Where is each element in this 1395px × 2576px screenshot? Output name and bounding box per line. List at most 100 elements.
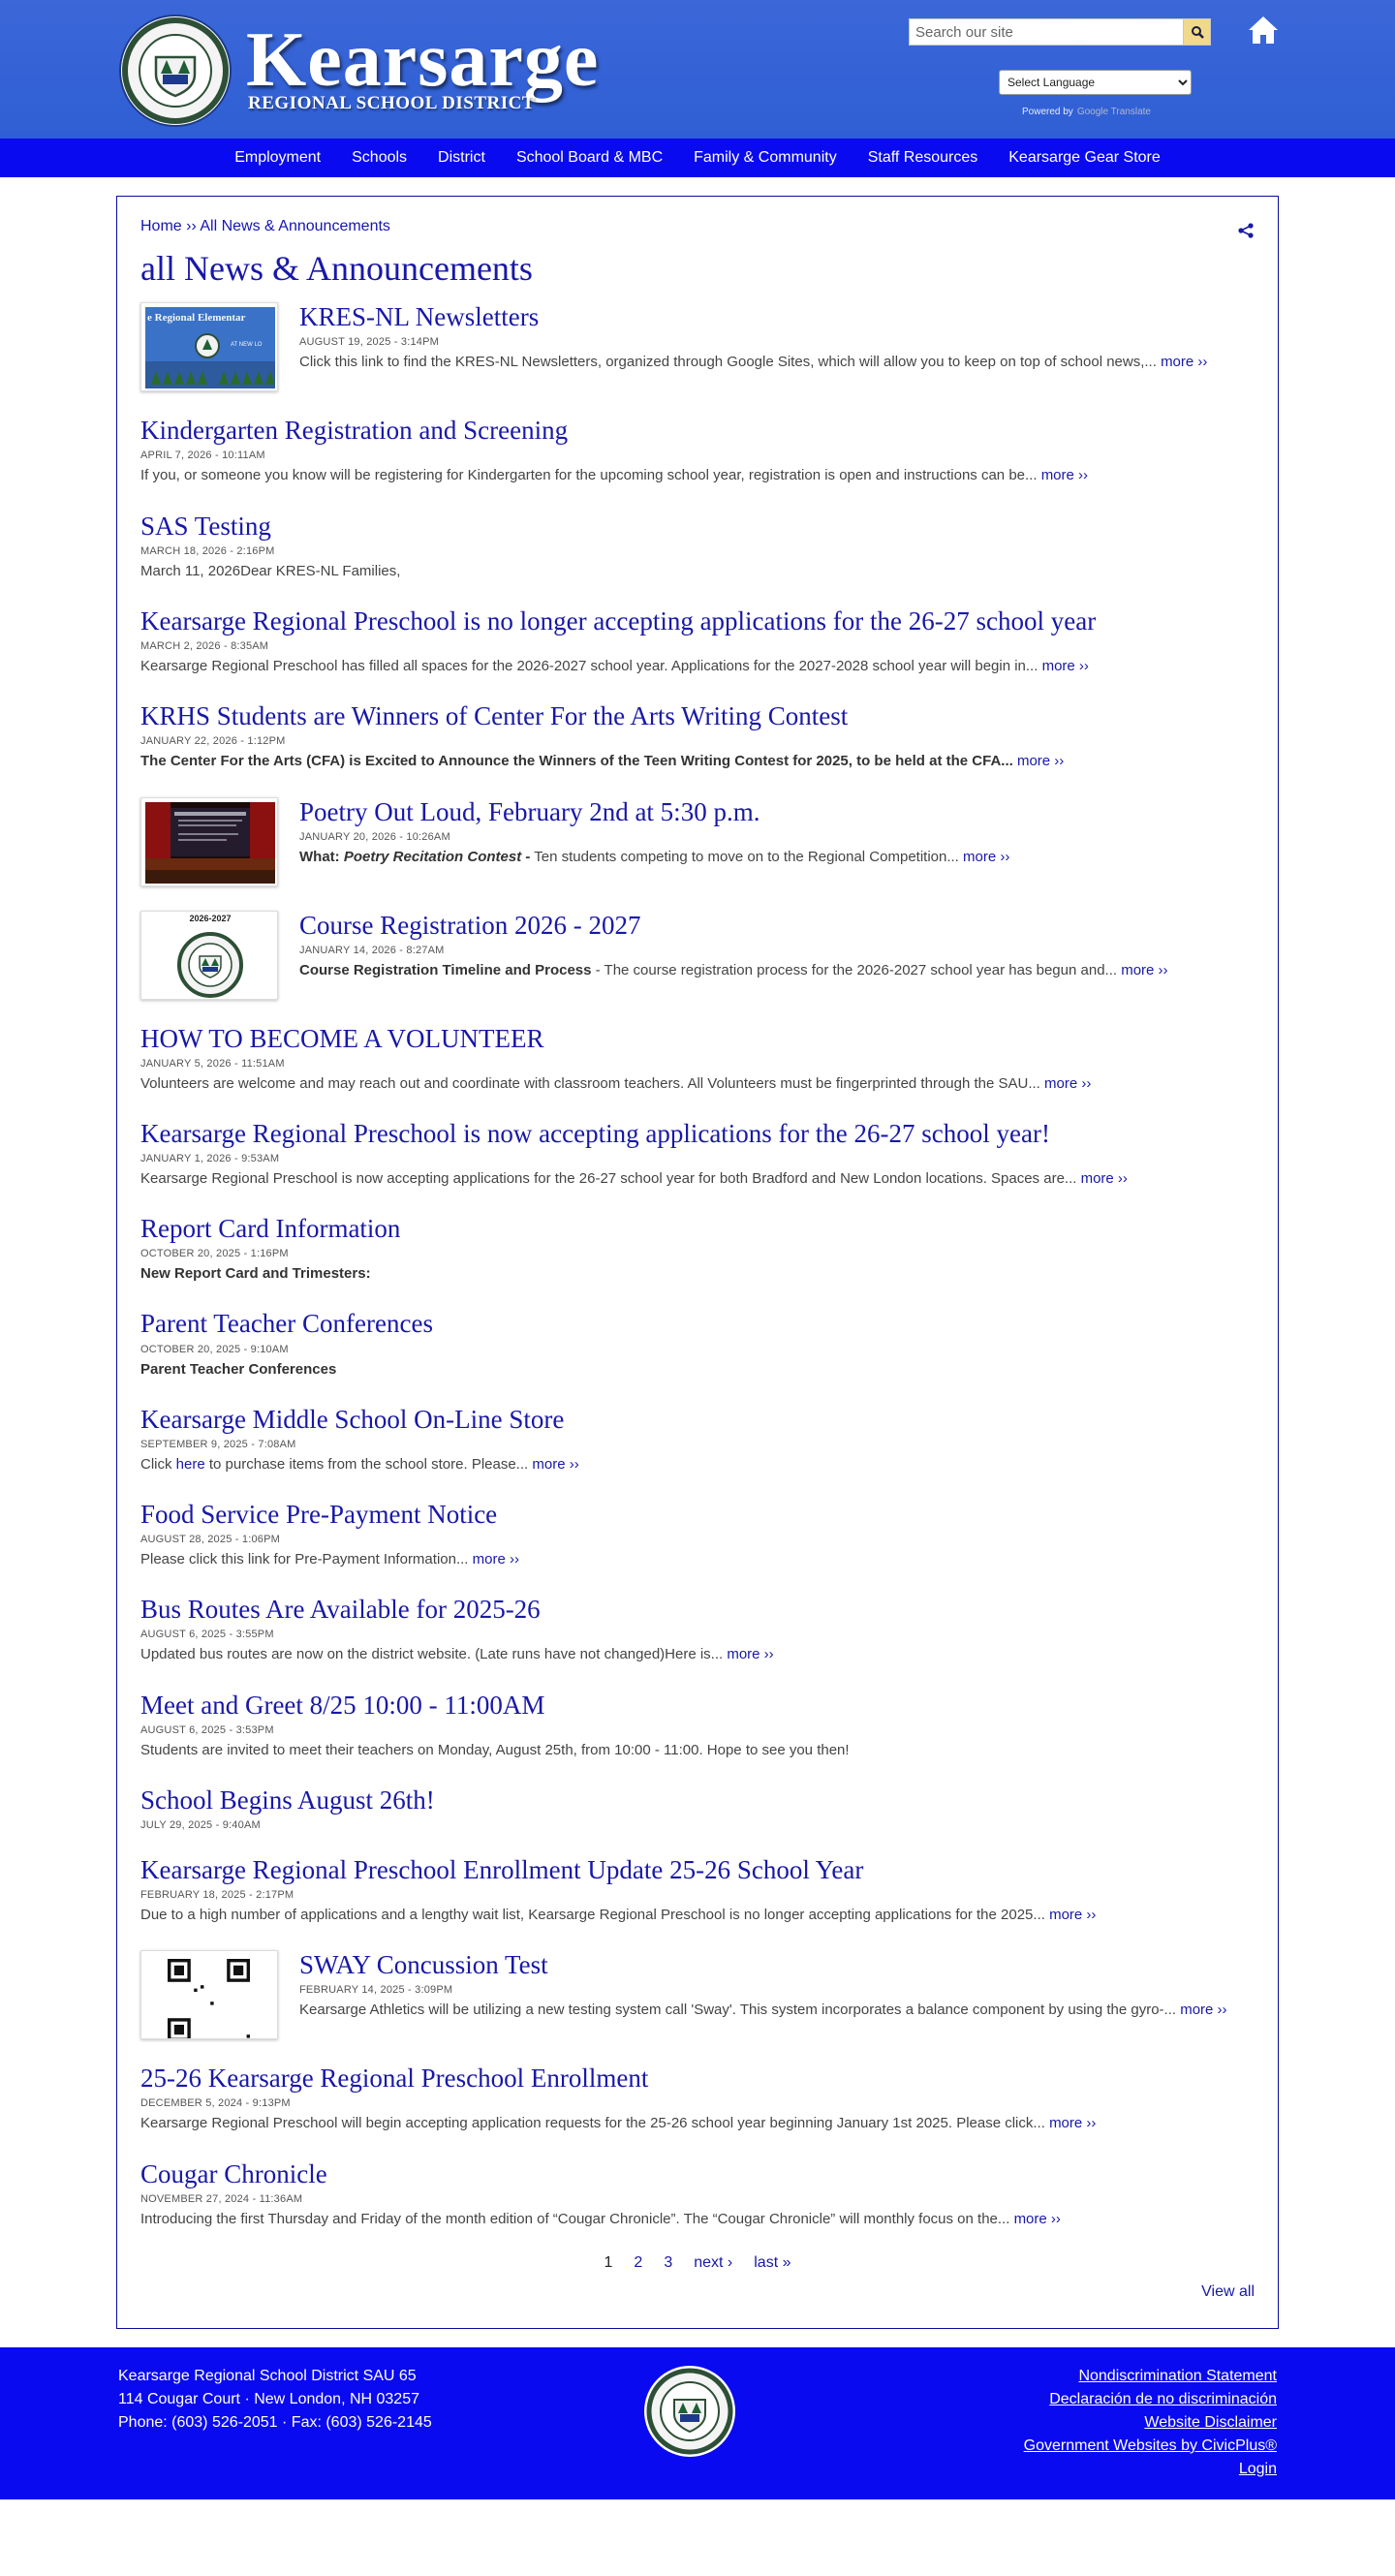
- more-link[interactable]: more ››: [1049, 1907, 1096, 1923]
- news-date: FEBRUARY 18, 2025 - 2:17PM: [140, 1889, 294, 1902]
- more-link[interactable]: more ››: [963, 849, 1009, 865]
- news-title-link[interactable]: Kearsarge Middle School On-Line Store: [140, 1405, 1255, 1435]
- news-title-link[interactable]: 25-26 Kearsarge Regional Preschool Enrol…: [140, 2064, 1255, 2094]
- page-number: 1: [604, 2253, 613, 2271]
- news-title-link[interactable]: SWAY Concussion Test: [299, 1950, 1255, 1980]
- search-button[interactable]: [1183, 19, 1210, 45]
- footer-link[interactable]: Government Websites by CivicPlus®: [1024, 2435, 1277, 2458]
- summary-bold-text: Parent Teacher Conferences: [140, 1360, 337, 1378]
- more-link[interactable]: more ››: [473, 1551, 519, 1567]
- qr-code-image[interactable]: [140, 1950, 278, 2040]
- news-item-body: Parent Teacher Conferences OCTOBER 20, 20…: [140, 1309, 1255, 1380]
- news-title-link[interactable]: Course Registration 2026 - 2027: [299, 911, 1255, 941]
- summary-text: to purchase items from the school store.…: [204, 1455, 529, 1473]
- breadcrumb-home[interactable]: Home: [140, 218, 182, 234]
- more-link[interactable]: more ››: [1180, 2002, 1226, 2018]
- more-link[interactable]: more ››: [1121, 962, 1167, 978]
- nav-item[interactable]: Schools: [336, 149, 422, 167]
- news-summary: Updated bus routes are now on the distri…: [140, 1643, 1255, 1665]
- more-link[interactable]: more ››: [1042, 658, 1089, 674]
- summary-text: Kearsarge Athletics will be utilizing a …: [299, 2002, 1177, 2019]
- news-title-link[interactable]: Kearsarge Regional Preschool Enrollment …: [140, 1855, 1255, 1885]
- view-all-link[interactable]: View all: [1201, 2283, 1255, 2300]
- news-date: APRIL 7, 2026 - 10:11AM: [140, 450, 265, 462]
- news-item-body: Cougar Chronicle NOVEMBER 27, 2024 - 11:3…: [140, 2159, 1255, 2230]
- news-title-link[interactable]: Cougar Chronicle: [140, 2159, 1255, 2189]
- brand-name[interactable]: Kearsarge: [246, 21, 599, 99]
- news-title-link[interactable]: Bus Routes Are Available for 2025-26: [140, 1595, 1255, 1625]
- home-button[interactable]: [1246, 14, 1281, 47]
- course-seal-image[interactable]: 2026-2027: [140, 910, 278, 1000]
- news-summary: New Report Card and Trimesters:: [140, 1262, 1255, 1285]
- summary-inline-link[interactable]: here: [176, 1456, 205, 1473]
- summary-text: Kearsarge Regional Preschool is now acce…: [140, 1169, 1077, 1187]
- news-item-body: 25-26 Kearsarge Regional Preschool Enrol…: [140, 2064, 1255, 2134]
- footer-link[interactable]: Declaración de no discriminación: [1024, 2388, 1277, 2411]
- news-summary: Volunteers are welcome and may reach out…: [140, 1072, 1255, 1095]
- more-link[interactable]: more ››: [1161, 354, 1207, 370]
- thumb-banner-right-text: AT NEW LO: [231, 342, 263, 348]
- footer-address-line: Phone: (603) 526-2051 · Fax: (603) 526-2…: [118, 2413, 432, 2431]
- more-link[interactable]: more ››: [1044, 1075, 1091, 1092]
- more-link[interactable]: more ››: [1014, 2211, 1061, 2227]
- nav-item[interactable]: Employment: [219, 149, 336, 167]
- news-title-link[interactable]: HOW TO BECOME A VOLUNTEER: [140, 1024, 1255, 1054]
- news-summary: Click here to purchase items from the sc…: [140, 1453, 1255, 1475]
- more-link[interactable]: more ››: [1081, 1170, 1128, 1187]
- news-date: JANUARY 22, 2026 - 1:12PM: [140, 735, 286, 748]
- news-title-link[interactable]: Kindergarten Registration and Screening: [140, 416, 1255, 446]
- language-select[interactable]: Select Language: [999, 70, 1192, 95]
- nav-item[interactable]: School Board & MBC: [501, 149, 678, 167]
- more-link[interactable]: more ››: [1049, 2115, 1096, 2131]
- more-link[interactable]: more ››: [1041, 467, 1088, 483]
- nav-item[interactable]: Family & Community: [678, 149, 852, 167]
- translate-service-label[interactable]: Google Translate: [1077, 107, 1151, 117]
- summary-text: Click this link to find the KRES-NL News…: [299, 354, 1157, 371]
- more-link[interactable]: more ››: [532, 1456, 578, 1473]
- next-page-link[interactable]: next ›: [694, 2254, 732, 2272]
- summary-bold-text: What:: [299, 848, 344, 865]
- news-title-link[interactable]: Kearsarge Regional Preschool is now acce…: [140, 1119, 1255, 1149]
- page-number[interactable]: 3: [664, 2254, 672, 2272]
- nav-item[interactable]: Kearsarge Gear Store: [993, 149, 1176, 167]
- page-number[interactable]: 2: [634, 2254, 642, 2272]
- news-title-link[interactable]: Kearsarge Regional Preschool is no longe…: [140, 606, 1255, 636]
- news-title-link[interactable]: Poetry Out Loud, February 2nd at 5:30 p.…: [299, 797, 1255, 827]
- breadcrumb-separator: ››: [186, 218, 197, 234]
- last-page-link[interactable]: last »: [754, 2254, 790, 2272]
- news-title-link[interactable]: Meet and Greet 8/25 10:00 - 11:00AM: [140, 1691, 1255, 1721]
- more-link[interactable]: more ››: [727, 1646, 773, 1662]
- news-item: Kearsarge Middle School On-Line Store SEP…: [140, 1405, 1255, 1475]
- news-title-link[interactable]: KRES-NL Newsletters: [299, 302, 1255, 332]
- news-title-link[interactable]: KRHS Students are Winners of Center For …: [140, 701, 1255, 731]
- footer-link[interactable]: Website Disclaimer: [1024, 2411, 1277, 2435]
- news-summary: Please click this link for Pre-Payment I…: [140, 1548, 1255, 1570]
- news-title-link[interactable]: School Begins August 26th!: [140, 1785, 1255, 1816]
- footer-link[interactable]: Nondiscrimination Statement: [1024, 2365, 1277, 2388]
- news-date: JANUARY 14, 2026 - 8:27AM: [299, 944, 445, 956]
- breadcrumb-current[interactable]: All News & Announcements: [200, 218, 390, 234]
- news-title-link[interactable]: Report Card Information: [140, 1214, 1255, 1244]
- thumb-course-caption: 2026-2027: [189, 914, 231, 923]
- summary-pre-text: Click: [140, 1455, 176, 1473]
- news-date: AUGUST 19, 2025 - 3:14PM: [299, 336, 439, 349]
- search-input[interactable]: [910, 19, 1183, 45]
- news-date: JANUARY 5, 2026 - 11:51AM: [140, 1057, 285, 1070]
- news-title-link[interactable]: SAS Testing: [140, 512, 1255, 542]
- summary-bold-text: The Center For the Arts (CFA) is Excited…: [140, 753, 1013, 770]
- news-item: Report Card Information OCTOBER 20, 2025 …: [140, 1214, 1255, 1285]
- footer-seal-logo: [643, 2365, 736, 2458]
- nav-item[interactable]: District: [422, 149, 501, 167]
- district-seal-logo[interactable]: [118, 14, 232, 128]
- footer-link[interactable]: Login: [1024, 2458, 1277, 2481]
- news-title-link[interactable]: Food Service Pre-Payment Notice: [140, 1500, 1255, 1530]
- nav-item[interactable]: Staff Resources: [852, 149, 994, 167]
- news-summary: Click this link to find the KRES-NL News…: [299, 351, 1255, 373]
- news-date: OCTOBER 20, 2025 - 1:16PM: [140, 1248, 289, 1260]
- poetry-stage-image[interactable]: [140, 796, 278, 886]
- share-button[interactable]: [1237, 222, 1255, 239]
- more-link[interactable]: more ››: [1017, 753, 1064, 769]
- news-title-link[interactable]: Parent Teacher Conferences: [140, 1309, 1255, 1339]
- kres-banner-image[interactable]: e Regional Elementar AT NEW LO: [140, 302, 278, 392]
- news-item: Poetry Out Loud, February 2nd at 5:30 p.…: [140, 796, 1255, 886]
